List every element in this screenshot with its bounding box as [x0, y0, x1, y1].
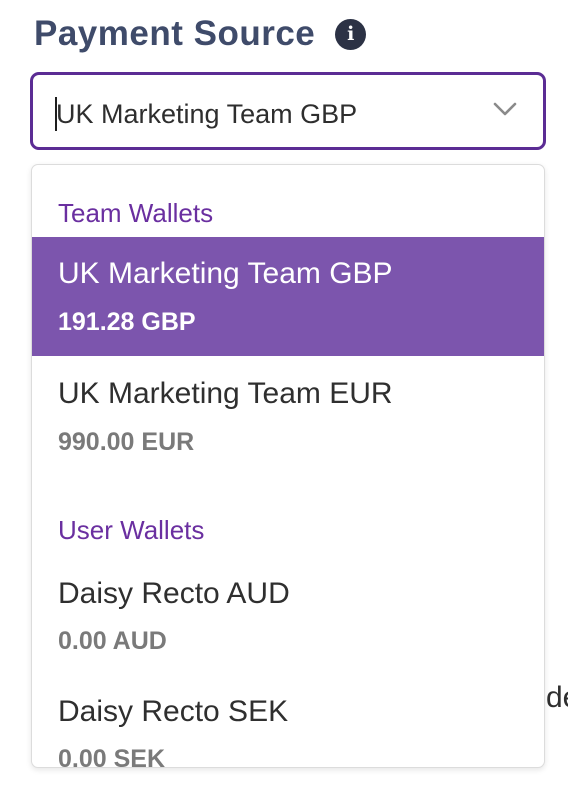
option-name: UK Marketing Team EUR	[58, 377, 393, 410]
option-name: UK Marketing Team GBP	[58, 257, 393, 290]
payment-source-label-row: Payment Source i	[34, 14, 367, 54]
option-balance: 0.00 AUD	[58, 627, 167, 655]
option-daisy-recto-aud[interactable]: Daisy Recto AUD 0.00 AUD	[32, 555, 544, 673]
option-daisy-recto-sek[interactable]: Daisy Recto SEK 0.00 SEK	[32, 673, 544, 768]
option-uk-marketing-team-eur[interactable]: UK Marketing Team EUR 990.00 EUR	[32, 356, 544, 474]
group-header-user-wallets: User Wallets	[58, 515, 205, 545]
option-balance: 191.28 GBP	[58, 308, 196, 336]
payment-source-label: Payment Source	[34, 14, 316, 53]
option-balance: 0.00 SEK	[58, 745, 166, 768]
text-cursor	[55, 97, 57, 131]
option-name: Daisy Recto SEK	[58, 695, 289, 728]
payment-source-select[interactable]: UK Marketing Team GBP	[30, 72, 546, 150]
option-balance: 990.00 EUR	[58, 428, 195, 456]
group-header-team-wallets: Team Wallets	[58, 198, 214, 228]
info-icon[interactable]: i	[335, 18, 367, 50]
selected-value: UK Marketing Team GBP	[56, 99, 358, 129]
payment-source-page: de Payment Source i UK Marketing Team GB…	[0, 0, 568, 794]
chevron-down-icon[interactable]	[493, 101, 517, 117]
option-name: Daisy Recto AUD	[58, 577, 290, 610]
option-uk-marketing-team-gbp[interactable]: UK Marketing Team GBP 191.28 GBP	[32, 237, 544, 356]
payment-source-dropdown: Team Wallets UK Marketing Team GBP 191.2…	[31, 164, 545, 768]
background-partial-text: de	[546, 681, 568, 714]
